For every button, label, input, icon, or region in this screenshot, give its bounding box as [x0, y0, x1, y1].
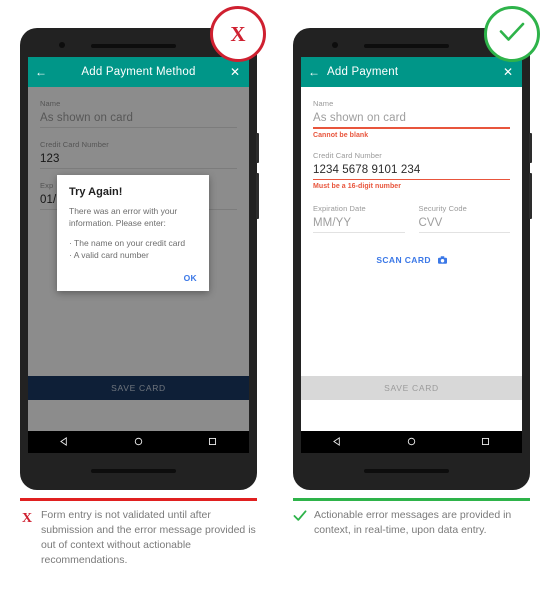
left-caption-text: Form entry is not validated until after …	[41, 509, 256, 566]
error-dialog-body: There was an error with your information…	[69, 206, 178, 229]
bottom-speaker-icon	[364, 469, 449, 473]
nav-back-triangle-icon[interactable]	[333, 433, 342, 451]
x-mark-glyph: X	[21, 511, 33, 526]
app-bar-right: ← Add Payment ✕	[301, 57, 522, 87]
expiration-field-underline	[313, 232, 405, 233]
phone-device-left: ← Add Payment Method ✕ Name As shown on …	[20, 28, 259, 490]
fail-badge: X	[210, 6, 266, 62]
volume-button[interactable]	[529, 173, 532, 219]
security-code-field-underline	[418, 232, 510, 233]
error-dialog-title: Try Again!	[69, 186, 123, 198]
error-dialog-list: The name on your credit card A valid car…	[69, 237, 197, 262]
x-mark-icon: X	[20, 508, 34, 568]
right-caption-text: Actionable error messages are provided i…	[314, 509, 512, 536]
save-card-button-right[interactable]: SAVE CARD	[301, 376, 522, 400]
card-number-field-right[interactable]: Credit Card Number 1234 5678 9101 234 Mu…	[313, 139, 510, 190]
power-button[interactable]	[256, 133, 259, 163]
power-button[interactable]	[529, 133, 532, 163]
front-camera-icon	[332, 42, 338, 48]
right-example-panel: ← Add Payment ✕ Name As shown on card Ca…	[279, 0, 544, 600]
android-nav-bar-right	[301, 431, 522, 453]
right-divider-rule	[293, 498, 530, 501]
nav-home-circle-icon[interactable]	[134, 433, 143, 451]
expiration-field-value: MM/YY	[313, 217, 352, 229]
nav-home-circle-icon[interactable]	[407, 433, 416, 451]
nav-back-triangle-icon[interactable]	[60, 433, 69, 451]
phone-device-right: ← Add Payment ✕ Name As shown on card Ca…	[293, 28, 532, 490]
back-arrow-icon[interactable]: ←	[301, 66, 327, 78]
front-camera-icon	[59, 42, 65, 48]
name-field-value: As shown on card	[313, 112, 407, 124]
pass-badge	[484, 6, 540, 62]
check-mark-icon	[293, 508, 307, 538]
back-arrow-icon[interactable]: ←	[28, 66, 54, 78]
list-item: The name on your credit card	[69, 237, 197, 249]
left-example-panel: ← Add Payment Method ✕ Name As shown on …	[6, 0, 271, 600]
app-bar-title: Add Payment	[327, 66, 399, 78]
card-number-field-error: Must be a 16-digit number	[313, 183, 401, 190]
comparison-stage: ← Add Payment Method ✕ Name As shown on …	[0, 0, 550, 600]
security-code-field-value: CVV	[418, 217, 443, 229]
card-number-field-value: 1234 5678 9101 234	[313, 163, 421, 176]
close-icon[interactable]: ✕	[230, 66, 240, 78]
close-icon[interactable]: ✕	[503, 66, 513, 78]
nav-recents-square-icon[interactable]	[208, 433, 217, 451]
expiration-field-label: Expiration Date	[313, 204, 366, 213]
left-divider-rule	[20, 498, 257, 501]
left-caption: X Form entry is not validated until afte…	[20, 508, 260, 568]
x-mark-icon: X	[230, 21, 246, 46]
scan-card-label: SCAN CARD	[376, 255, 431, 265]
scan-card-button[interactable]: SCAN CARD	[313, 233, 510, 266]
expiration-field-right[interactable]: Expiration Date MM/YY	[313, 204, 405, 233]
error-dialog: Try Again! There was an error with your …	[57, 175, 209, 292]
android-nav-bar-left	[28, 431, 249, 453]
error-dialog-ok-button[interactable]: OK	[69, 261, 197, 283]
volume-button[interactable]	[256, 173, 259, 219]
expiry-security-row: Expiration Date MM/YY Security Code CVV	[313, 190, 510, 233]
name-field-error: Cannot be blank	[313, 131, 369, 139]
app-bar-title: Add Payment Method	[81, 66, 196, 78]
check-mark-icon	[499, 22, 525, 47]
security-code-field-label: Security Code	[418, 204, 467, 213]
bottom-speaker-icon	[91, 469, 176, 473]
camera-icon	[437, 256, 447, 266]
card-number-field-label: Credit Card Number	[313, 150, 382, 160]
phone-screen-right: ← Add Payment ✕ Name As shown on card Ca…	[301, 57, 522, 431]
right-caption: Actionable error messages are provided i…	[293, 508, 533, 538]
app-bar-left: ← Add Payment Method ✕	[28, 57, 249, 87]
security-code-field-right[interactable]: Security Code CVV	[418, 204, 510, 233]
phone-screen-left: ← Add Payment Method ✕ Name As shown on …	[28, 57, 249, 431]
name-field-right[interactable]: Name As shown on card Cannot be blank	[313, 87, 510, 139]
name-field-label: Name	[313, 99, 334, 108]
list-item: A valid card number	[69, 249, 197, 261]
payment-form-right: Name As shown on card Cannot be blank Cr…	[301, 87, 522, 400]
earpiece-speaker-icon	[364, 44, 449, 48]
earpiece-speaker-icon	[91, 44, 176, 48]
nav-recents-square-icon[interactable]	[481, 433, 490, 451]
